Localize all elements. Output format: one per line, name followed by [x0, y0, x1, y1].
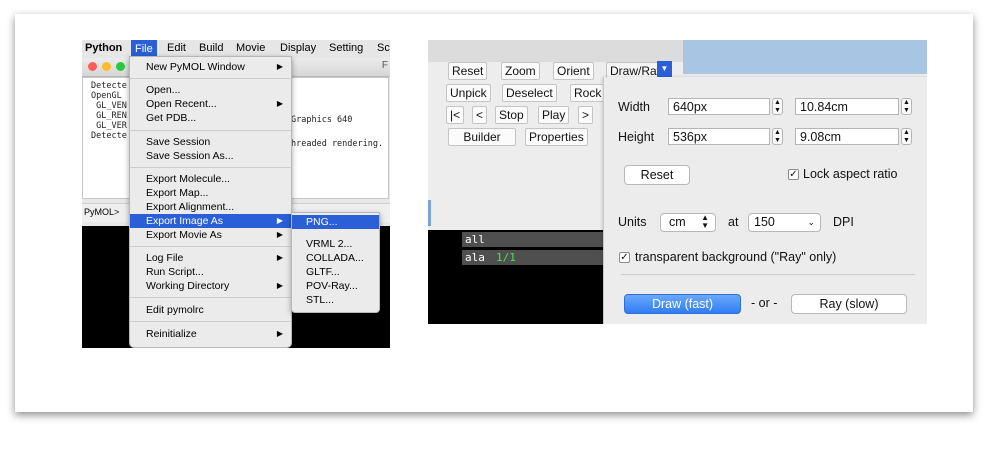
chevron-down-icon[interactable]: ▼ — [657, 61, 672, 77]
height-cm-stepper[interactable]: ▲ ▼ — [901, 128, 912, 145]
console-line: OpenGL — [91, 91, 122, 101]
first-frame-button[interactable]: |< — [446, 106, 465, 124]
width-cm-stepper[interactable]: ▲ ▼ — [901, 98, 912, 115]
previous-frame-button[interactable]: < — [472, 106, 488, 124]
width-px-stepper[interactable]: ▲ ▼ — [772, 98, 783, 115]
submenu-item-povray[interactable]: POV-Ray... — [292, 279, 379, 293]
lock-aspect-label: Lock aspect ratio — [803, 167, 898, 181]
object-row-all[interactable]: all — [462, 232, 608, 247]
reset-view-button[interactable]: Reset — [448, 62, 488, 80]
at-label: at — [728, 215, 739, 229]
menu-item-save-session-as[interactable]: Save Session As... — [130, 149, 291, 163]
play-button[interactable]: Play — [538, 106, 570, 124]
height-px-field[interactable]: 536px — [668, 128, 770, 145]
object-panel: all ala 1/1 — [428, 230, 608, 324]
lock-aspect-checkbox[interactable]: ✓ — [788, 169, 799, 180]
pymol-file-menu-screenshot: Python File Edit Build Movie Display Set… — [82, 40, 390, 348]
rock-button[interactable]: Rock — [570, 84, 606, 102]
dpi-select[interactable]: 150 ⌄ — [748, 213, 821, 232]
menu-item-run-script[interactable]: Run Script... — [130, 265, 291, 279]
height-label: Height — [618, 130, 655, 144]
file-menu-dropdown: New PyMOL Window ▶ Open... Open Recent...… — [129, 56, 292, 348]
orient-button[interactable]: Orient — [553, 62, 594, 80]
zoom-icon[interactable] — [116, 62, 125, 71]
width-px-field[interactable]: 640px — [668, 98, 770, 115]
menu-item-export-alignment[interactable]: Export Alignment... — [130, 200, 291, 214]
deselect-button[interactable]: Deselect — [502, 84, 557, 102]
units-select[interactable]: cm ▲ ▼ — [660, 213, 716, 232]
units-value: cm — [669, 215, 686, 229]
console-line: GL_VER — [91, 121, 127, 131]
reset-size-button[interactable]: Reset — [624, 165, 690, 185]
console-line: Detecte — [91, 81, 127, 91]
submenu-item-stl[interactable]: STL... — [292, 293, 379, 307]
toolbar-background — [428, 40, 683, 62]
console-line: Detecte — [91, 131, 127, 141]
width-cm-field[interactable]: 10.84cm — [795, 98, 899, 115]
minimize-icon[interactable] — [102, 62, 111, 71]
console-line: GL_REN — [91, 111, 127, 121]
menu-item-export-image-as[interactable]: Export Image As ▶ — [130, 214, 291, 228]
height-px-stepper[interactable]: ▲ ▼ — [772, 128, 783, 145]
dpi-value: 150 — [754, 215, 775, 229]
dpi-label: DPI — [833, 215, 854, 229]
draw-ray-screenshot: Reset Zoom Orient Draw/Ray ▼ Unpick Dese… — [428, 40, 927, 324]
menu-setting[interactable]: Setting — [329, 42, 363, 54]
tab-properties[interactable]: Properties — [525, 128, 588, 146]
menu-item-reinitialize[interactable]: Reinitialize ▶ — [130, 327, 291, 341]
menu-item-save-session[interactable]: Save Session — [130, 135, 291, 149]
object-row-ala[interactable]: ala 1/1 — [462, 250, 608, 265]
transparent-bg-checkbox[interactable]: ✓ — [619, 252, 630, 263]
zoom-button[interactable]: Zoom — [501, 62, 540, 80]
console-line: GL_VEN — [91, 101, 127, 111]
menu-item-export-map[interactable]: Export Map... — [130, 186, 291, 200]
transparent-bg-label: transparent background ("Ray" only) — [635, 250, 837, 264]
submenu-item-gltf[interactable]: GLTF... — [292, 265, 379, 279]
stop-button[interactable]: Stop — [495, 106, 528, 124]
ray-slow-button[interactable]: Ray (slow) — [791, 294, 907, 314]
menu-item-export-molecule[interactable]: Export Molecule... — [130, 172, 291, 186]
object-state: 1/1 — [496, 251, 516, 264]
unpick-button[interactable]: Unpick — [446, 84, 491, 102]
submenu-item-png[interactable]: PNG... — [292, 215, 379, 229]
window-title: F — [381, 60, 388, 71]
menu-item-open-recent[interactable]: Open Recent... ▶ — [130, 97, 291, 111]
units-label: Units — [618, 215, 647, 229]
menu-item-log-file[interactable]: Log File ▶ — [130, 251, 291, 265]
menu-item-working-directory[interactable]: Working Directory ▶ — [130, 279, 291, 293]
menu-scene[interactable]: Sc — [377, 42, 390, 54]
menu-display[interactable]: Display — [280, 42, 316, 54]
menu-python[interactable]: Python — [85, 42, 122, 54]
console-fragment: hreaded rendering. — [291, 139, 384, 149]
divider — [621, 274, 915, 275]
menu-build[interactable]: Build — [199, 42, 223, 54]
menu-edit[interactable]: Edit — [167, 42, 186, 54]
menu-item-open[interactable]: Open... — [130, 83, 291, 97]
menu-item-get-pdb[interactable]: Get PDB... — [130, 111, 291, 125]
submenu-item-vrml[interactable]: VRML 2... — [292, 237, 379, 251]
menu-movie[interactable]: Movie — [236, 42, 265, 54]
menu-item-new-window[interactable]: New PyMOL Window ▶ — [130, 60, 291, 74]
draw-fast-button[interactable]: Draw (fast) — [624, 294, 741, 314]
next-frame-button[interactable]: > — [578, 106, 594, 124]
tab-builder[interactable]: Builder — [448, 128, 516, 146]
stepper-icon: ▲ ▼ — [701, 213, 709, 230]
height-cm-field[interactable]: 9.08cm — [795, 128, 899, 145]
width-label: Width — [618, 100, 650, 114]
menu-item-edit-pymolrc[interactable]: Edit pymolrc — [130, 303, 291, 317]
prompt-label: PyMOL> — [84, 207, 120, 217]
or-label: - or - — [751, 296, 778, 310]
export-image-submenu: PNG... VRML 2... COLLADA... GLTF... POV-… — [291, 212, 380, 313]
scroll-edge — [428, 200, 431, 226]
console-fragment: Graphics 640 — [291, 115, 353, 125]
close-icon[interactable] — [88, 62, 97, 71]
submenu-item-collada[interactable]: COLLADA... — [292, 251, 379, 265]
draw-ray-sheet: Width 640px ▲ ▼ 10.84cm ▲ ▼ Height 536px ▲… — [603, 77, 927, 324]
viewer-background — [683, 40, 927, 74]
chevron-down-icon: ⌄ — [807, 217, 815, 227]
menu-item-export-movie-as[interactable]: Export Movie As ▶ — [130, 228, 291, 242]
